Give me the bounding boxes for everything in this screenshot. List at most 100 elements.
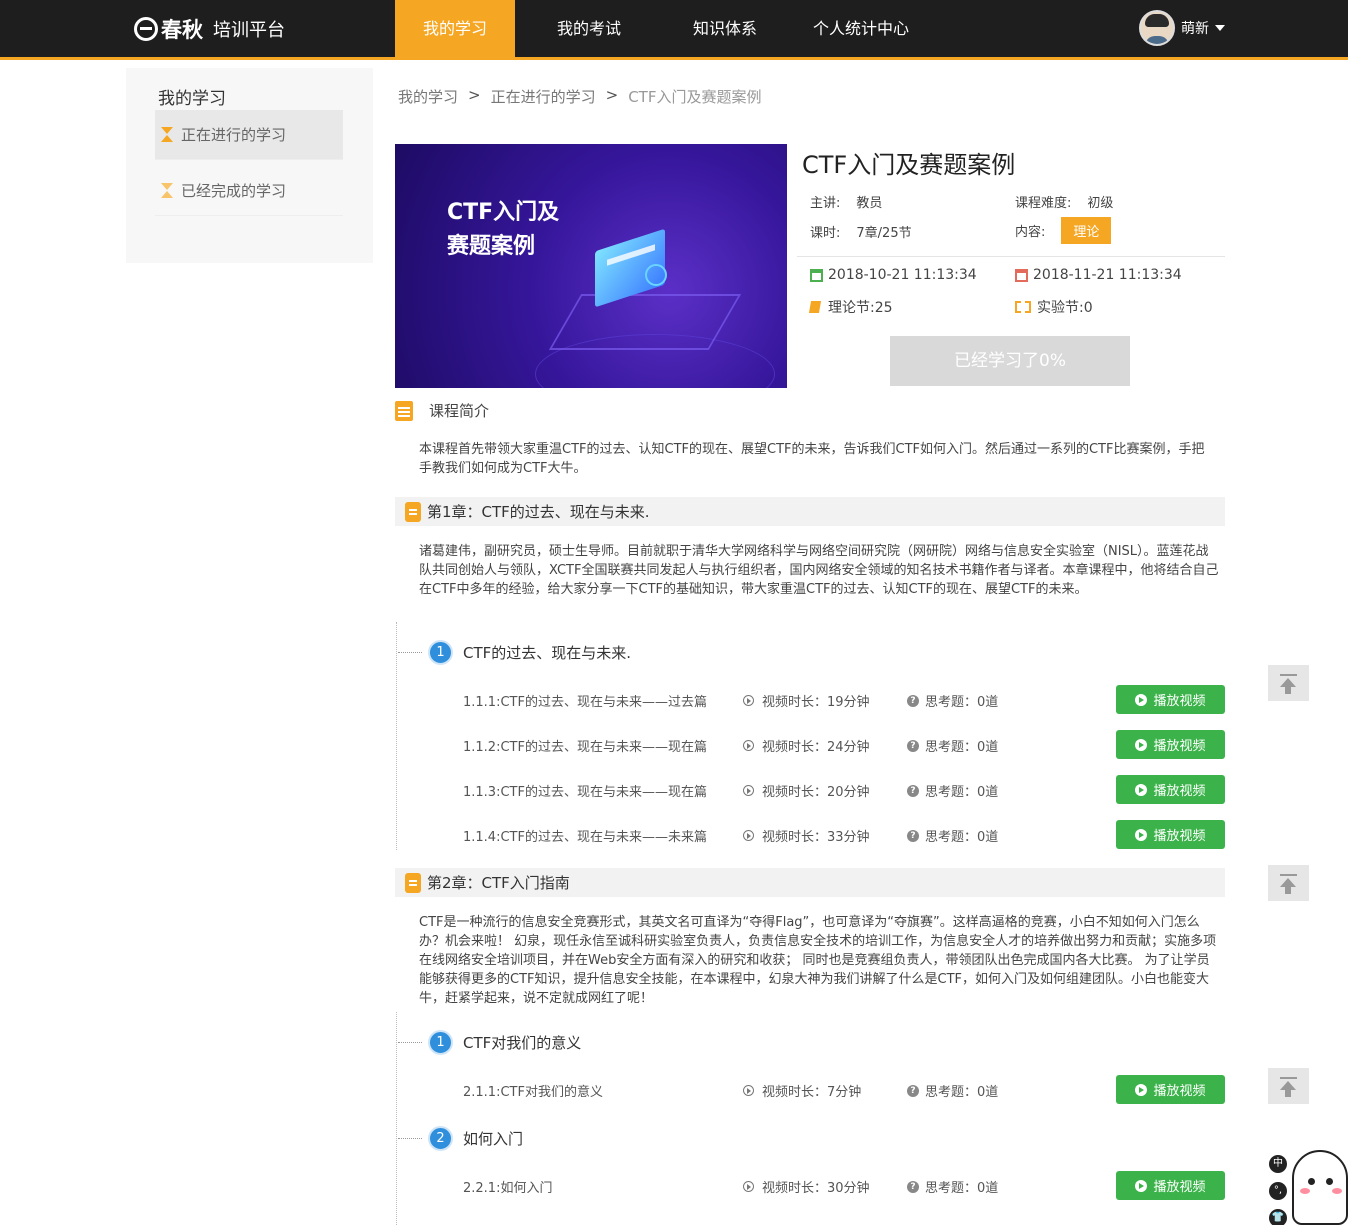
- question-icon: ?: [907, 829, 919, 842]
- chevron-down-icon[interactable]: [1215, 25, 1225, 31]
- arrow-up-icon: [1285, 1089, 1291, 1097]
- play-icon: [1135, 828, 1148, 841]
- arrow-up-icon: [1285, 686, 1291, 694]
- chapter-description: CTF是一种流行的信息安全竞赛形式，其英文名可直译为“夺得Flag”，也可意译为…: [419, 915, 1217, 1006]
- theory-count-value: 理论节:25: [828, 300, 893, 316]
- back-to-top-button[interactable]: [1268, 665, 1309, 701]
- play-icon: [1135, 738, 1148, 751]
- learning-progress-button[interactable]: 已经学习了0%: [890, 336, 1130, 386]
- question-icon: ?: [907, 1084, 919, 1097]
- play-video-button[interactable]: 播放视频: [1116, 820, 1225, 849]
- lab-count: 实验节:0: [1015, 297, 1093, 317]
- video-icon: [743, 695, 754, 706]
- chapter-header: 第1章：CTF的过去、现在与未来.: [395, 497, 1225, 526]
- lesson-duration: 视频时长：7分钟: [743, 1081, 861, 1100]
- divider: [797, 256, 1225, 257]
- lesson-name[interactable]: 1.1.3:CTF的过去、现在与未来——现在篇: [463, 781, 728, 800]
- chapter-description: 诸葛建伟，副研究员，硕士生导师。目前就职于清华大学网络科学与网络空间研究院（网研…: [419, 544, 1219, 597]
- lab-count-value: 实验节:0: [1037, 300, 1093, 316]
- skin-icon[interactable]: 👕: [1269, 1209, 1287, 1225]
- breadcrumb-my-learning[interactable]: 我的学习: [398, 86, 458, 107]
- question-icon: ?: [907, 739, 919, 752]
- logo[interactable]: 春秋 培训平台: [134, 13, 285, 45]
- video-icon: [743, 1181, 754, 1192]
- play-video-button[interactable]: 播放视频: [1116, 775, 1225, 804]
- lesson-row: 1.1.1:CTF的过去、现在与未来——过去篇 视频时长：19分钟 ? 思考题：0…: [463, 685, 1225, 715]
- video-icon: [743, 1085, 754, 1096]
- back-to-top-button[interactable]: [1268, 865, 1309, 901]
- course-title: CTF入门及赛题案例: [802, 151, 1016, 179]
- lesson-questions: ? 思考题：0道: [907, 691, 998, 710]
- question-icon: ?: [907, 694, 919, 707]
- lesson-row: 1.1.4:CTF的过去、现在与未来——未来篇 视频时长：33分钟 ? 思考题：0…: [463, 820, 1225, 850]
- lesson-duration-value: 视频时长：30分钟: [762, 1181, 870, 1196]
- nav-my-learning[interactable]: 我的学习: [395, 0, 515, 57]
- sidebar-item-label: 已经完成的学习: [181, 182, 287, 200]
- intro-heading: 课程简介: [395, 400, 489, 421]
- end-date-value: 2018-11-21 11:13:34: [1033, 267, 1182, 283]
- chapter-header: 第2章：CTF入门指南: [395, 868, 1225, 897]
- nav-my-exams[interactable]: 我的考试: [515, 0, 663, 57]
- play-icon: [1135, 693, 1148, 706]
- play-video-button[interactable]: 播放视频: [1116, 685, 1225, 714]
- sidebar-item-in-progress[interactable]: 正在进行的学习: [155, 110, 343, 160]
- lecturer-label: 主讲:: [810, 196, 841, 211]
- sidebar-item-label: 正在进行的学习: [181, 126, 287, 144]
- intro-text: 本课程首先带领大家重温CTF的过去、认知CTF的现在、展望CTF的未来，告诉我们…: [419, 442, 1205, 476]
- start-date-value: 2018-10-21 11:13:34: [828, 267, 977, 283]
- sidebar-item-completed[interactable]: 已经完成的学习: [155, 166, 343, 216]
- nav-knowledge-system[interactable]: 知识体系: [663, 0, 787, 57]
- play-icon: [1135, 783, 1148, 796]
- back-to-top-button[interactable]: [1268, 1068, 1309, 1104]
- breadcrumb-current: CTF入门及赛题案例: [628, 88, 762, 106]
- top-bar-accent-line: [0, 57, 1348, 60]
- play-video-button[interactable]: 播放视频: [1116, 730, 1225, 759]
- cover-title: CTF入门及 赛题案例: [447, 196, 559, 264]
- document-icon: [405, 872, 421, 893]
- difficulty-row: 课程难度: 初级: [1015, 192, 1113, 211]
- nav-statistics-center[interactable]: 个人统计中心: [787, 0, 935, 57]
- input-method-icon[interactable]: °,: [1269, 1182, 1287, 1200]
- intro-heading-label: 课程简介: [429, 402, 490, 420]
- lesson-questions-value: 思考题：0道: [925, 1181, 999, 1196]
- breadcrumb-separator: >: [605, 86, 619, 104]
- document-icon: [405, 501, 421, 522]
- lesson-duration: 视频时长：24分钟: [743, 736, 870, 755]
- video-icon: [743, 830, 754, 841]
- language-toggle-icon[interactable]: 中: [1269, 1155, 1287, 1173]
- lesson-name[interactable]: 2.2.1:如何入门: [463, 1177, 728, 1196]
- calendar-icon: [810, 268, 823, 282]
- user-name: 萌新: [1181, 21, 1209, 37]
- main-nav: 我的学习 我的考试 知识体系 个人统计中心: [395, 0, 935, 57]
- lesson-name[interactable]: 1.1.4:CTF的过去、现在与未来——未来篇: [463, 826, 728, 845]
- lesson-questions: ? 思考题：0道: [907, 1177, 998, 1196]
- chapter-title: 第2章：CTF入门指南: [427, 874, 570, 892]
- mascot-sticker: [1292, 1150, 1348, 1225]
- play-video-label: 播放视频: [1153, 829, 1206, 844]
- lesson-row: 2.1.1:CTF对我们的意义 视频时长：7分钟 ? 思考题：0道 播放视频: [463, 1075, 1225, 1105]
- play-video-button[interactable]: 播放视频: [1116, 1075, 1225, 1104]
- play-video-button[interactable]: 播放视频: [1116, 1171, 1225, 1200]
- lesson-questions: ? 思考题：0道: [907, 1081, 998, 1100]
- lesson-duration: 视频时长：20分钟: [743, 781, 870, 800]
- lecturer-value: 教员: [856, 196, 883, 211]
- user-menu[interactable]: 萌新: [1139, 10, 1225, 46]
- lesson-duration-value: 视频时长：20分钟: [762, 785, 870, 800]
- avatar[interactable]: [1139, 10, 1175, 46]
- lesson-questions: ? 思考题：0道: [907, 736, 998, 755]
- question-icon: ?: [907, 1180, 919, 1193]
- play-video-label: 播放视频: [1153, 694, 1206, 709]
- breadcrumb-in-progress[interactable]: 正在进行的学习: [491, 86, 596, 107]
- lesson-name[interactable]: 1.1.1:CTF的过去、现在与未来——过去篇: [463, 691, 728, 710]
- section-number-badge: 1: [428, 1029, 453, 1055]
- lesson-questions: ? 思考题：0道: [907, 781, 998, 800]
- lesson-duration-value: 视频时长：24分钟: [762, 740, 870, 755]
- timeline-line: [396, 1012, 397, 1225]
- lesson-name[interactable]: 1.1.2:CTF的过去、现在与未来——现在篇: [463, 736, 728, 755]
- lesson-questions-value: 思考题：0道: [925, 785, 999, 800]
- lesson-row: 1.1.3:CTF的过去、现在与未来——现在篇 视频时长：20分钟 ? 思考题：0…: [463, 775, 1225, 805]
- difficulty-label: 课程难度:: [1015, 196, 1072, 211]
- arrow-up-icon: [1285, 886, 1291, 894]
- section-title: CTF的过去、现在与未来.: [463, 643, 632, 662]
- lesson-name[interactable]: 2.1.1:CTF对我们的意义: [463, 1081, 728, 1100]
